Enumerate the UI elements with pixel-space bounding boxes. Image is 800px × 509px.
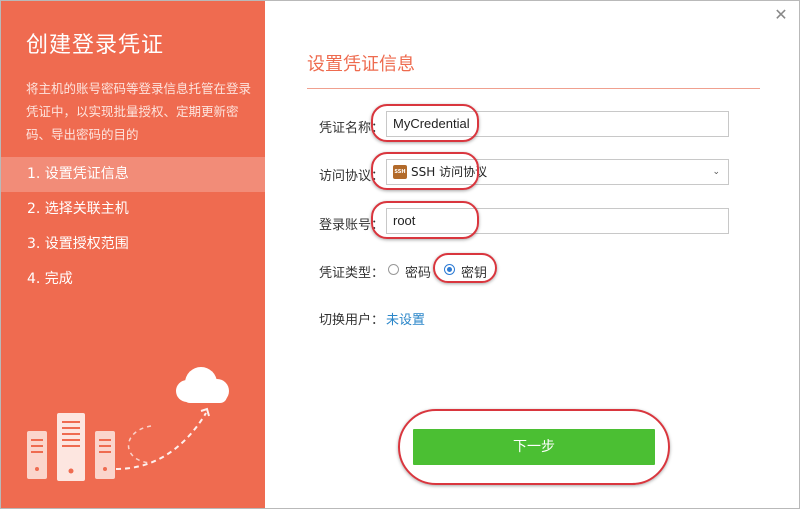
wizard-title: 创建登录凭证 xyxy=(26,33,165,58)
radio-password[interactable] xyxy=(388,264,399,275)
credential-type-label: 凭证类型： xyxy=(319,266,385,281)
wizard-step-4[interactable]: 4. 完成 xyxy=(1,262,265,297)
radio-key[interactable] xyxy=(444,264,455,275)
credential-dialog: 创建登录凭证 将主机的账号密码等登录信息托管在登录凭证中，以实现批量授权、定期更… xyxy=(0,0,800,509)
switch-user-link[interactable]: 未设置 xyxy=(386,309,425,328)
close-icon[interactable]: ✕ xyxy=(773,7,789,23)
wizard-steps: 1. 设置凭证信息 2. 选择关联主机 3. 设置授权范围 4. 完成 xyxy=(1,157,265,297)
cloud-icon xyxy=(176,367,229,403)
chevron-down-icon: ⌄ xyxy=(712,167,720,177)
protocol-value: SSH 访问协议 xyxy=(411,165,488,179)
section-title: 设置凭证信息 xyxy=(307,54,415,75)
section-divider xyxy=(307,88,760,89)
ssh-icon: SSH xyxy=(393,165,407,179)
radio-key-label[interactable]: 密钥 xyxy=(461,262,487,281)
credential-name-label: 凭证名称： xyxy=(319,121,385,136)
next-button[interactable]: 下一步 xyxy=(413,429,655,465)
wizard-step-2[interactable]: 2. 选择关联主机 xyxy=(1,192,265,227)
account-label: 登录账号： xyxy=(319,218,385,233)
protocol-select[interactable]: SSH SSH 访问协议 ⌄ xyxy=(386,159,729,185)
wizard-step-3[interactable]: 3. 设置授权范围 xyxy=(1,227,265,262)
protocol-label: 访问协议： xyxy=(319,169,385,184)
wizard-sidebar: 创建登录凭证 将主机的账号密码等登录信息托管在登录凭证中，以实现批量授权、定期更… xyxy=(1,1,265,508)
radio-password-label[interactable]: 密码 xyxy=(405,262,431,281)
credential-name-input[interactable]: MyCredential xyxy=(386,111,729,137)
server-cloud-illustration xyxy=(27,367,229,481)
switch-user-label: 切换用户： xyxy=(319,313,385,328)
wizard-step-1[interactable]: 1. 设置凭证信息 xyxy=(1,157,265,192)
account-input[interactable]: root xyxy=(386,208,729,234)
wizard-description: 将主机的账号密码等登录信息托管在登录凭证中，以实现批量授权、定期更新密码、导出密… xyxy=(26,81,252,142)
